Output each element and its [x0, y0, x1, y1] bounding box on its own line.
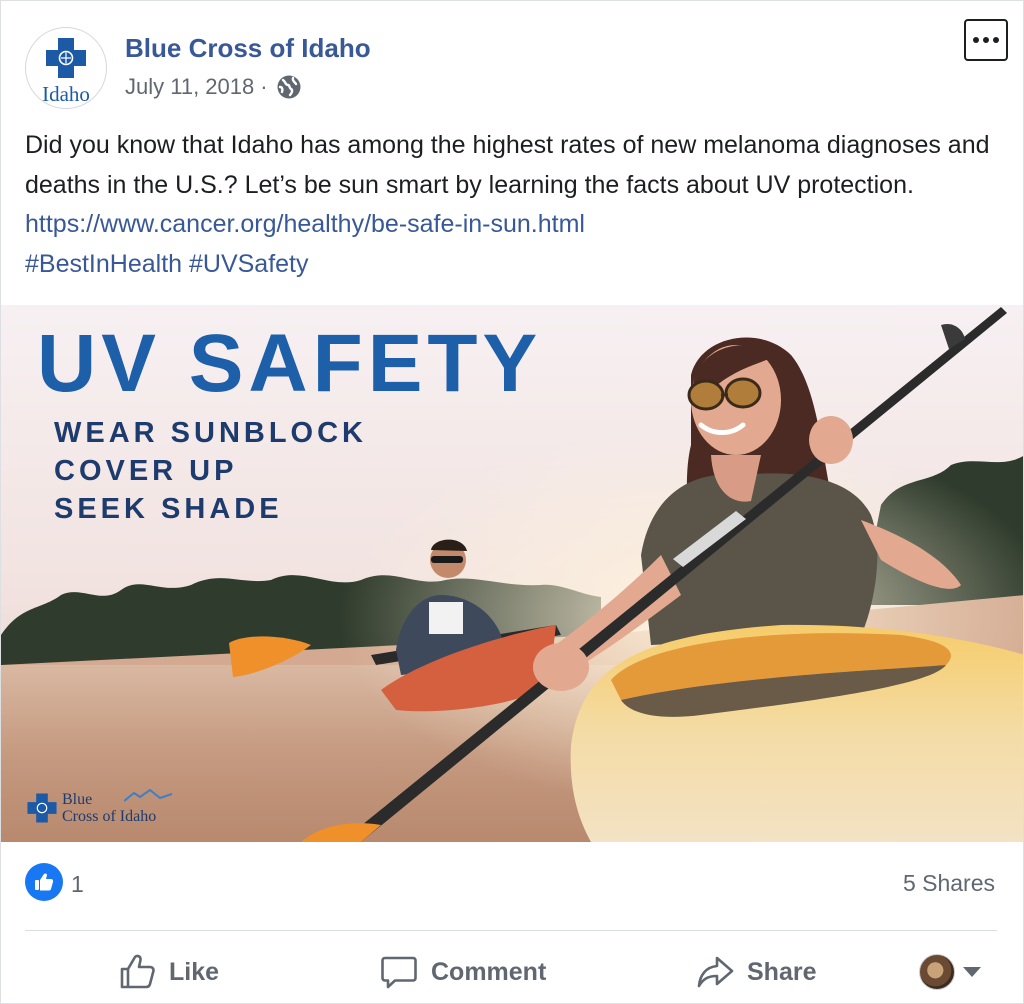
chevron-down-icon — [963, 967, 981, 977]
hashtag-link[interactable]: #BestInHealth — [25, 250, 182, 278]
share-button[interactable]: Share — [695, 949, 816, 995]
comment-button[interactable]: Comment — [379, 949, 546, 995]
more-options-button[interactable] — [964, 19, 1008, 61]
post-link[interactable]: https://www.cancer.org/healthy/be-safe-i… — [25, 210, 585, 238]
like-icon — [120, 954, 155, 989]
ellipsis-dot — [993, 37, 999, 43]
image-headline: UV SAFETY — [37, 318, 543, 409]
shares-count[interactable]: 5 Shares — [903, 870, 995, 897]
like-label: Like — [169, 957, 220, 986]
avatar-label: Idaho — [42, 82, 90, 106]
comment-label: Comment — [431, 957, 547, 986]
globe-icon[interactable] — [276, 74, 302, 100]
thumbs-up-glyph-icon — [35, 873, 54, 891]
share-icon — [697, 956, 734, 988]
page-name-link[interactable]: Blue Cross of Idaho — [125, 33, 371, 64]
post-card: Idaho Blue Cross of Idaho July 11, 2018 … — [0, 0, 1024, 1004]
like-button[interactable]: Like — [117, 949, 219, 995]
image-brand-logo: Blue Cross of Idaho — [26, 789, 172, 825]
reaction-count[interactable]: 1 — [71, 871, 84, 898]
post-meta: July 11, 2018 · — [125, 74, 302, 100]
ellipsis-dot — [983, 37, 989, 43]
viewer-selector[interactable] — [919, 954, 981, 990]
image-tip-line: SEEK SHADE — [54, 493, 283, 525]
mountain-icon — [124, 789, 172, 802]
comment-icon — [381, 956, 417, 989]
image-tip-line: COVER UP — [54, 455, 238, 487]
blue-cross-logo-icon — [44, 36, 88, 80]
post-date[interactable]: July 11, 2018 — [125, 74, 254, 100]
ellipsis-icon — [973, 37, 979, 43]
hashtag-link[interactable]: #UVSafety — [189, 250, 309, 278]
page-avatar[interactable]: Idaho — [25, 27, 107, 109]
post-body: Did you know that Idaho has among the hi… — [25, 131, 990, 199]
divider — [25, 930, 997, 931]
meta-separator: · — [260, 74, 268, 99]
blue-cross-logo-icon — [27, 793, 57, 823]
image-logo-line: Cross of Idaho — [62, 808, 157, 825]
post-message: Did you know that Idaho has among the hi… — [25, 126, 1000, 284]
share-label: Share — [747, 957, 817, 986]
viewer-avatar — [919, 954, 955, 990]
thumbs-up-icon[interactable] — [25, 863, 63, 901]
image-tip-line: WEAR SUNBLOCK — [54, 417, 367, 449]
